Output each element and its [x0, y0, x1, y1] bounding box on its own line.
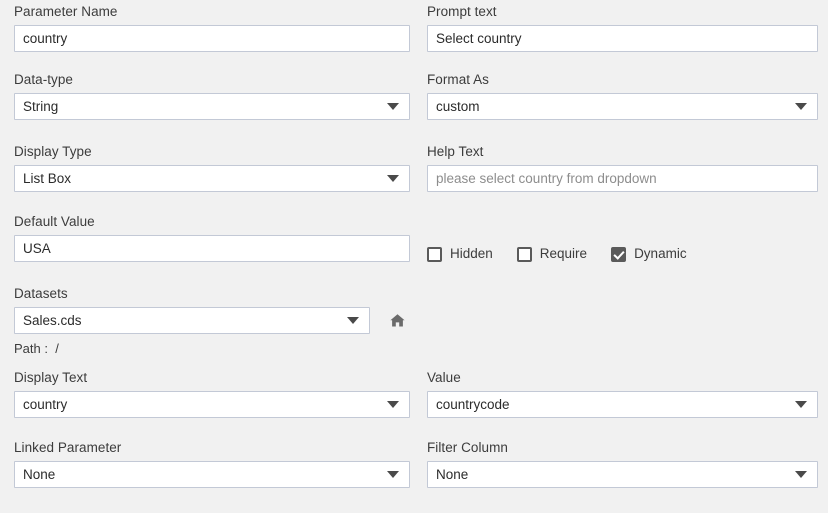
checkbox-hidden[interactable]: Hidden	[427, 246, 493, 262]
chevron-down-icon	[347, 317, 359, 324]
checkbox-hidden-label: Hidden	[450, 246, 493, 261]
prompt-text-input[interactable]: Select country	[427, 25, 818, 52]
checkbox-require[interactable]: Require	[516, 246, 588, 262]
label-data-type: Data-type	[14, 72, 73, 87]
checkbox-dynamic-box[interactable]	[611, 246, 627, 262]
format-as-dropdown[interactable]: custom	[427, 93, 818, 120]
field-datasets: Datasets Sales.cds	[14, 286, 410, 334]
field-help-text: Help Text please select country from dro…	[427, 144, 818, 192]
chevron-down-icon	[795, 401, 807, 408]
data-type-value: String	[23, 98, 59, 114]
field-filter-column: Filter Column None	[427, 440, 818, 488]
value-dropdown[interactable]: countrycode	[427, 391, 818, 418]
datasets-dropdown[interactable]: Sales.cds	[14, 307, 370, 334]
field-value: Value countrycode	[427, 370, 818, 418]
label-linked-parameter: Linked Parameter	[14, 440, 122, 455]
checkbox-require-label: Require	[539, 246, 588, 261]
help-text-value: please select country from dropdown	[436, 170, 657, 186]
checkbox-dynamic-label: Dynamic	[634, 246, 687, 261]
checkbox-require-box[interactable]	[516, 246, 532, 262]
field-parameter-name: Parameter Name country	[14, 4, 410, 52]
value-value: countrycode	[436, 396, 510, 412]
home-icon[interactable]	[386, 309, 408, 331]
chevron-down-icon	[795, 103, 807, 110]
display-text-dropdown[interactable]: country	[14, 391, 410, 418]
label-help-text: Help Text	[427, 144, 484, 159]
field-display-type: Display Type List Box	[14, 144, 410, 192]
prompt-text-value: Select country	[436, 30, 522, 46]
linked-parameter-value: None	[23, 466, 56, 482]
label-filter-column: Filter Column	[427, 440, 508, 455]
chevron-down-icon	[387, 175, 399, 182]
checkbox-hidden-box[interactable]	[427, 246, 442, 262]
label-display-text: Display Text	[14, 370, 88, 385]
parameter-settings-panel: Parameter Name country Prompt text Selec…	[0, 0, 828, 513]
field-data-type: Data-type String	[14, 72, 410, 120]
field-format-as: Format As custom	[427, 72, 818, 120]
field-display-text: Display Text country	[14, 370, 410, 418]
display-type-value: List Box	[23, 170, 72, 186]
display-type-dropdown[interactable]: List Box	[14, 165, 410, 192]
option-checkbox-group: Hidden Require Dynamic	[427, 243, 687, 265]
chevron-down-icon	[795, 471, 807, 478]
label-datasets: Datasets	[14, 286, 68, 301]
parameter-name-value: country	[23, 30, 68, 46]
format-as-value: custom	[436, 98, 480, 114]
linked-parameter-dropdown[interactable]: None	[14, 461, 410, 488]
parameter-name-input[interactable]: country	[14, 25, 410, 52]
label-value: Value	[427, 370, 461, 385]
chevron-down-icon	[387, 401, 399, 408]
default-value-input[interactable]: USA	[14, 235, 410, 262]
filter-column-value: None	[436, 466, 469, 482]
label-prompt-text: Prompt text	[427, 4, 497, 19]
chevron-down-icon	[387, 471, 399, 478]
field-default-value: Default Value USA	[14, 214, 410, 262]
help-text-input[interactable]: please select country from dropdown	[427, 165, 818, 192]
default-value-value: USA	[23, 240, 51, 256]
dataset-path: Path : /	[14, 341, 59, 356]
chevron-down-icon	[387, 103, 399, 110]
label-parameter-name: Parameter Name	[14, 4, 118, 19]
field-linked-parameter: Linked Parameter None	[14, 440, 410, 488]
checkbox-dynamic[interactable]: Dynamic	[611, 246, 687, 262]
filter-column-dropdown[interactable]: None	[427, 461, 818, 488]
datasets-value: Sales.cds	[23, 312, 82, 328]
field-prompt-text: Prompt text Select country	[427, 4, 818, 52]
label-default-value: Default Value	[14, 214, 95, 229]
display-text-value: country	[23, 396, 68, 412]
label-display-type: Display Type	[14, 144, 92, 159]
label-format-as: Format As	[427, 72, 489, 87]
data-type-dropdown[interactable]: String	[14, 93, 410, 120]
